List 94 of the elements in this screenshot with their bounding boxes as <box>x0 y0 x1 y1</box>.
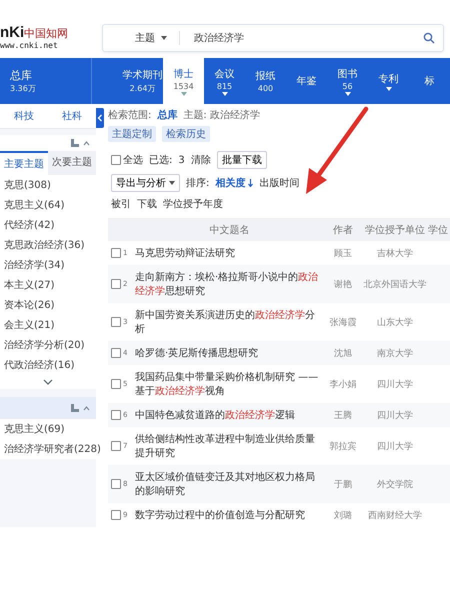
topic-item[interactable]: 代经济(42) <box>0 215 96 235</box>
scope-chip[interactable]: 主题定制 <box>108 126 156 142</box>
topic-tab[interactable]: 次要主题 <box>48 151 96 175</box>
export-dropdown[interactable]: 导出与分析 <box>111 174 180 192</box>
scope-label: 检索范围: <box>108 108 152 122</box>
university-cell[interactable]: 山东大学 <box>362 316 428 328</box>
university-cell[interactable]: 外交学院 <box>362 478 428 490</box>
column-header[interactable]: 作者 <box>324 223 362 237</box>
row-checkbox[interactable] <box>111 379 121 389</box>
database-tab[interactable]: 学术期刊 2.64万 <box>122 58 163 104</box>
author-cell[interactable]: 张海霞 <box>324 316 362 328</box>
database-tab[interactable]: 报纸 400 <box>245 58 286 104</box>
row-checkbox[interactable] <box>111 248 121 258</box>
section-header[interactable] <box>0 397 96 419</box>
university-cell[interactable]: 北京外国语大学 <box>362 278 428 290</box>
author-cell[interactable]: 谢艳 <box>324 278 362 290</box>
author-cell[interactable]: 王腾 <box>324 408 362 422</box>
search-field[interactable]: 主题 政治经济学 <box>102 24 444 52</box>
caret-icon[interactable] <box>222 92 228 96</box>
sort-option[interactable]: 被引 <box>111 197 131 211</box>
thesis-title-link[interactable]: 我国药品集中带量采购价格机制研究 ——基于政治经济学视角 <box>135 370 324 398</box>
database-tab[interactable]: 图书 56 <box>327 58 368 104</box>
author-cell[interactable]: 沈旭 <box>324 346 362 360</box>
category-tab[interactable]: 社科 <box>62 109 82 123</box>
chevron-up-icon[interactable] <box>83 406 90 410</box>
thesis-title-link[interactable]: 供给侧结构性改革进程中制造业供给质量提升研究 <box>135 432 324 460</box>
thesis-title-link[interactable]: 哈罗德·英尼斯传播思想研究 <box>135 346 324 360</box>
university-cell[interactable]: 四川大学 <box>362 408 428 422</box>
row-checkbox[interactable] <box>111 441 121 451</box>
sort-option[interactable]: 相关度 <box>215 176 254 190</box>
thesis-title-link[interactable]: 亚太区域价值链变迁及其对地区权力格局的影响研究 <box>135 470 324 498</box>
author-cell[interactable]: 于鹏 <box>324 478 362 490</box>
database-tab[interactable]: 博士 1534 <box>163 58 204 104</box>
university-cell[interactable]: 西南财经大学 <box>362 508 428 522</box>
topic-item[interactable]: 治经济学(34) <box>0 255 96 275</box>
selected-label: 已选: <box>149 154 172 167</box>
down-arrow-icon[interactable] <box>248 179 254 187</box>
sort-option[interactable]: 学位授予年度 <box>163 197 223 211</box>
cnki-logo[interactable]: nKi中国知网 www.cnki.net <box>0 25 92 51</box>
topic-item[interactable]: 克思主义(69) <box>0 419 96 439</box>
topic-item[interactable]: 克思(308) <box>0 175 96 195</box>
university-cell[interactable]: 吉林大学 <box>362 246 428 260</box>
author-cell[interactable]: 顾玉 <box>324 246 362 260</box>
caret-icon[interactable] <box>344 92 350 96</box>
row-checkbox[interactable] <box>111 410 121 420</box>
column-header[interactable]: 学位 <box>428 223 450 237</box>
database-tab[interactable]: 年鉴 <box>286 58 327 104</box>
university-cell[interactable]: 四川大学 <box>362 440 428 452</box>
search-icon[interactable] <box>423 32 435 44</box>
author-cell[interactable]: 郭拉宾 <box>324 440 362 452</box>
row-checkbox[interactable] <box>111 479 121 489</box>
category-tab[interactable]: 科技 <box>14 109 34 123</box>
sort-label: 排序: <box>186 176 210 190</box>
topic-item[interactable]: 会主义(21) <box>0 315 96 335</box>
thesis-title-link[interactable]: 中国特色减贫道路的政治经济学逻辑 <box>135 408 324 422</box>
caret-icon[interactable] <box>386 86 392 90</box>
chevron-up-icon[interactable] <box>83 140 90 146</box>
clear-link[interactable]: 清除 <box>190 153 211 167</box>
caret-icon[interactable] <box>169 181 175 185</box>
row-checkbox[interactable] <box>111 317 121 327</box>
thesis-title-link[interactable]: 马克思劳动辩证法研究 <box>135 246 324 260</box>
batch-download-button[interactable]: 批量下载 <box>216 151 267 169</box>
topic-item[interactable]: 治经济学分析(20) <box>0 335 96 355</box>
scope-value[interactable]: 总库 <box>157 108 178 122</box>
author-cell[interactable]: 刘璐 <box>324 508 362 522</box>
thesis-title-link[interactable]: 新中国劳资关系演进历史的政治经济学分析 <box>135 308 324 336</box>
row-checkbox[interactable] <box>111 348 121 358</box>
university-cell[interactable]: 四川大学 <box>362 378 428 390</box>
topic-item[interactable]: 克思主义(64) <box>0 195 96 215</box>
sort-option[interactable]: 下载 <box>137 197 157 211</box>
query-summary: 主题: 政治经济学 <box>183 108 260 122</box>
database-tab[interactable]: 标 <box>409 58 450 104</box>
university-cell[interactable]: 南京大学 <box>362 346 428 360</box>
topic-item[interactable]: 代政治经济(16) <box>0 355 96 375</box>
sort-option[interactable]: 出版时间 <box>259 176 300 190</box>
author-cell[interactable]: 李小娟 <box>324 378 362 390</box>
database-tab[interactable]: 专利 <box>368 58 409 104</box>
select-all-checkbox[interactable]: 全选 <box>111 153 143 167</box>
row-checkbox[interactable] <box>111 279 121 289</box>
caret-icon[interactable] <box>161 36 167 40</box>
expand-icon[interactable] <box>43 379 53 385</box>
field-dropdown[interactable]: 主题 <box>135 31 180 45</box>
thesis-title-link[interactable]: 数字劳动过程中的价值创造与分配研究 <box>135 508 324 522</box>
row-checkbox[interactable] <box>111 510 121 520</box>
collapse-handle[interactable] <box>96 108 104 128</box>
topic-item[interactable]: 本主义(27) <box>0 275 96 295</box>
topic-item[interactable]: 克思政治经济(36) <box>0 235 96 255</box>
column-header[interactable]: 中文题名 <box>135 223 324 237</box>
topic-item[interactable]: 资本论(26) <box>0 295 96 315</box>
selected-count: 3 <box>178 154 185 166</box>
database-tab[interactable]: 会议 815 <box>204 58 245 104</box>
thesis-title-link[interactable]: 走向新南方：埃松·格拉斯哥小说中的政治经济学思想研究 <box>135 270 324 298</box>
scope-chip[interactable]: 检索历史 <box>162 126 210 142</box>
column-header[interactable]: 学位授予单位 <box>362 223 428 237</box>
